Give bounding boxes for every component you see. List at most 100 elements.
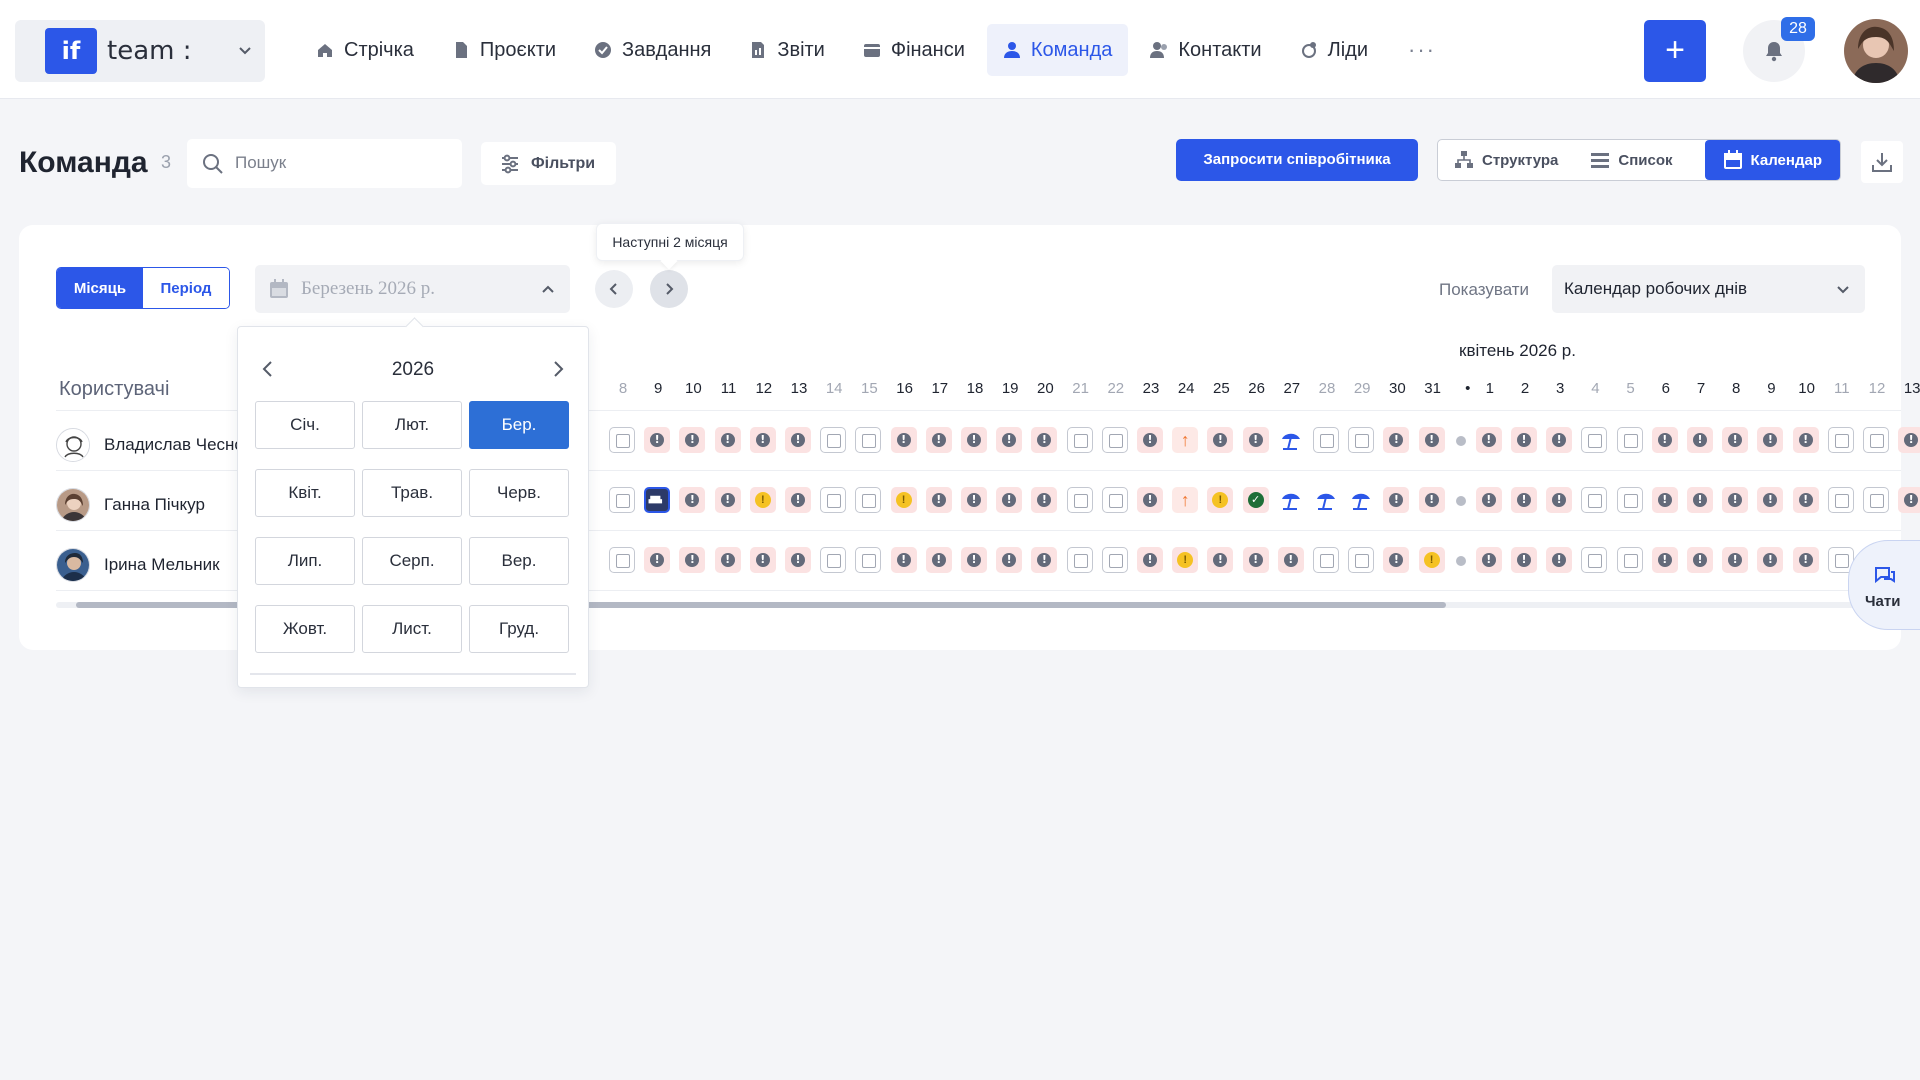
day-off-cell[interactable] [1066,547,1093,573]
workday-cell[interactable] [1651,487,1678,513]
workday-cell[interactable] [996,427,1023,453]
day-off-cell[interactable] [855,547,882,573]
late-cell[interactable] [890,487,917,513]
day-off-cell[interactable] [1581,547,1608,573]
mode-month-button[interactable]: Місяць [57,268,143,308]
workday-cell[interactable] [1687,487,1713,513]
view-calendar-button[interactable]: Календар [1704,140,1840,180]
user-row[interactable]: Ірина Мельник [56,535,238,595]
workday-cell[interactable] [1137,547,1163,573]
workday-cell[interactable] [1383,487,1410,513]
month-option[interactable]: Трав. [362,469,462,517]
invite-employee-button[interactable]: Запросити співробітника [1176,139,1418,181]
workday-cell[interactable] [890,427,917,453]
month-option[interactable]: Серп. [362,537,462,585]
view-list-button[interactable]: Список [1574,140,1688,180]
workday-cell[interactable] [1031,427,1058,453]
day-off-cell[interactable] [820,547,847,573]
nav-item-team[interactable]: Команда [986,24,1129,76]
workday-cell[interactable] [1546,427,1573,453]
workday-cell[interactable] [1031,487,1058,513]
month-option[interactable]: Січ. [255,401,355,449]
workday-cell[interactable] [679,487,706,513]
workday-cell[interactable] [1511,427,1537,453]
workday-cell[interactable] [1418,427,1445,453]
workday-cell[interactable] [1792,547,1819,573]
day-off-cell[interactable] [1581,427,1608,453]
workday-cell[interactable] [1651,427,1678,453]
workday-cell[interactable] [714,487,741,513]
workday-cell[interactable] [785,547,811,573]
workday-cell[interactable] [1475,427,1502,453]
vacation-cell[interactable] [1313,487,1339,513]
chats-button[interactable]: Чати [1848,540,1920,630]
workday-cell[interactable] [996,547,1023,573]
workday-cell[interactable] [1137,487,1163,513]
workday-cell[interactable] [1383,427,1410,453]
workday-cell[interactable] [1792,487,1819,513]
day-off-cell[interactable] [855,487,882,513]
month-option[interactable]: Лист. [362,605,462,653]
day-off-cell[interactable] [609,487,635,513]
day-off-cell[interactable] [1348,427,1375,453]
selected-sick-leave-cell[interactable] [644,487,671,513]
workday-cell[interactable] [925,427,952,453]
day-off-cell[interactable] [1313,547,1339,573]
next-year-button[interactable] [546,357,570,381]
workday-cell[interactable] [1207,427,1234,453]
workday-cell[interactable] [1277,547,1304,573]
workday-cell[interactable] [1383,547,1410,573]
workday-cell[interactable] [1031,547,1058,573]
late-cell[interactable] [1172,547,1199,573]
nav-item-contacts[interactable]: Контакти [1134,24,1277,76]
workday-cell[interactable] [1242,547,1269,573]
workday-cell[interactable] [1722,547,1749,573]
late-cell[interactable] [1207,487,1234,513]
vacation-cell[interactable] [1348,487,1375,513]
workday-cell[interactable] [925,487,952,513]
nav-item-reports[interactable]: Звіти [733,24,840,76]
download-button[interactable] [1861,141,1903,183]
profile-avatar[interactable] [1844,19,1908,83]
mode-period-button[interactable]: Період [143,268,229,308]
next-month-button[interactable] [650,270,688,308]
workday-cell[interactable] [785,427,811,453]
workday-cell[interactable] [1511,547,1537,573]
workday-cell[interactable] [1651,547,1678,573]
day-off-cell[interactable] [1616,547,1643,573]
workday-cell[interactable] [961,487,987,513]
workday-cell[interactable] [1687,547,1713,573]
day-off-cell[interactable] [1863,487,1889,513]
day-off-cell[interactable] [609,547,635,573]
overtime-cell[interactable]: ↑ [1172,427,1199,453]
workday-cell[interactable] [1207,547,1234,573]
workday-cell[interactable] [1722,487,1749,513]
view-structure-button[interactable]: Структура [1438,140,1574,180]
nav-more-button[interactable]: ··· [1390,24,1454,76]
day-off-cell[interactable] [1616,427,1643,453]
workday-cell[interactable] [679,547,706,573]
nav-item-feed[interactable]: Стрічка [300,24,430,76]
workday-cell[interactable] [644,427,671,453]
workday-cell[interactable] [1137,427,1163,453]
approved-cell[interactable] [1242,487,1269,513]
workday-cell[interactable] [1511,487,1537,513]
month-option[interactable]: Квіт. [255,469,355,517]
nav-item-finance[interactable]: Фінанси [847,24,981,76]
vacation-cell[interactable] [1277,487,1304,513]
nav-item-projects[interactable]: Проєкти [436,24,572,76]
workspace-switcher[interactable]: if team : [15,20,265,82]
nav-item-tasks[interactable]: Завдання [578,24,727,76]
month-option-selected[interactable]: Бер. [469,401,569,449]
workday-cell[interactable] [1757,427,1784,453]
day-off-cell[interactable] [1101,427,1128,453]
workday-cell[interactable] [961,547,987,573]
user-row[interactable]: Ганна Пічкур [56,475,238,535]
workday-cell[interactable] [961,427,987,453]
workday-cell[interactable] [1546,487,1573,513]
workday-cell[interactable] [714,427,741,453]
day-off-cell[interactable] [1313,427,1339,453]
day-off-cell[interactable] [1066,427,1093,453]
day-off-cell[interactable] [1348,547,1375,573]
month-option[interactable]: Жовт. [255,605,355,653]
